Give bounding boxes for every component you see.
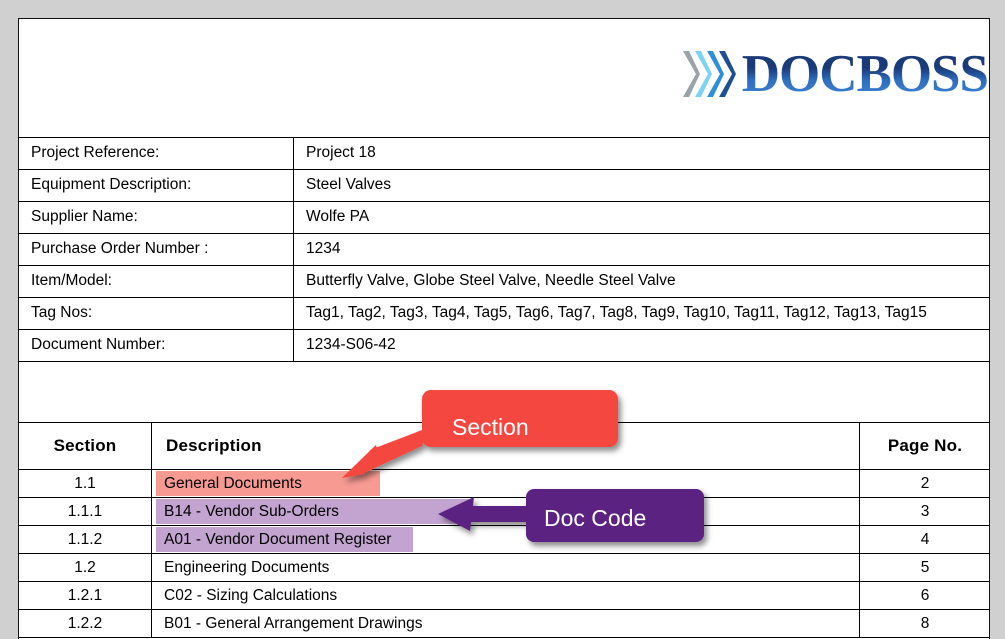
logo-chevrons [682, 51, 736, 97]
cell-section: 1.1.2 [19, 525, 152, 554]
project-info-table: Project Reference: Project 18 Equipment … [19, 137, 989, 362]
info-value: 1234 [293, 233, 989, 266]
info-label: Tag Nos: [19, 297, 294, 330]
cell-description: C02 - Sizing Calculations [151, 581, 860, 610]
table-row: Equipment Description: Steel Valves [19, 169, 989, 202]
info-value: Steel Valves [293, 169, 989, 202]
docboss-logo: DOCBOSS [682, 41, 989, 107]
cell-page-no: 5 [859, 553, 989, 582]
cell-description: B01 - General Arrangement Drawings [151, 609, 860, 638]
info-value: 1234-S06-42 [293, 329, 989, 362]
cell-section: 1.1.1 [19, 497, 152, 526]
table-row: Project Reference: Project 18 [19, 137, 989, 170]
info-value: Tag1, Tag2, Tag3, Tag4, Tag5, Tag6, Tag7… [293, 297, 989, 330]
column-header-section: Section [19, 422, 152, 470]
cell-section: 1.2.1 [19, 581, 152, 610]
table-row: Purchase Order Number : 1234 [19, 233, 989, 266]
description-text: B01 - General Arrangement Drawings [164, 614, 423, 632]
cell-section: 1.2.2 [19, 609, 152, 638]
doc-code-arrow-icon [438, 489, 704, 542]
logo-wordmark: DOCBOSS [741, 44, 989, 103]
info-label: Purchase Order Number : [19, 233, 294, 266]
cell-page-no: 8 [859, 609, 989, 638]
info-value: Butterfly Valve, Globe Steel Valve, Need… [293, 265, 989, 298]
info-label: Supplier Name: [19, 201, 294, 234]
callout-doc-code: Doc Code [438, 487, 706, 555]
info-value: Wolfe PA [293, 201, 989, 234]
info-label: Document Number: [19, 329, 294, 362]
description-highlight: A01 - Vendor Document Register [156, 526, 414, 553]
table-row: 1.2 Engineering Documents 5 [19, 553, 989, 582]
description-highlight: B14 - Vendor Sub-Orders [156, 498, 469, 525]
cell-page-no: 6 [859, 581, 989, 610]
callout-section: Section [334, 388, 634, 493]
table-row: Tag Nos: Tag1, Tag2, Tag3, Tag4, Tag5, T… [19, 297, 989, 330]
description-text: Engineering Documents [164, 558, 330, 576]
info-label: Project Reference: [19, 137, 294, 170]
cell-page-no: 3 [859, 497, 989, 526]
section-arrow-icon [342, 390, 618, 478]
cell-page-no: 2 [859, 469, 989, 498]
chevron-icon-4 [718, 51, 736, 97]
column-header-page-no: Page No. [859, 422, 989, 470]
table-row: 1.2.2 B01 - General Arrangement Drawings… [19, 609, 989, 638]
info-label: Item/Model: [19, 265, 294, 298]
cell-description: Engineering Documents [151, 553, 860, 582]
table-row: Item/Model: Butterfly Valve, Globe Steel… [19, 265, 989, 298]
description-text: C02 - Sizing Calculations [164, 586, 338, 604]
table-row: 1.2.1 C02 - Sizing Calculations 6 [19, 581, 989, 610]
info-label: Equipment Description: [19, 169, 294, 202]
cell-page-no: 4 [859, 525, 989, 554]
cell-section: 1.2 [19, 553, 152, 582]
table-row: Document Number: 1234-S06-42 [19, 329, 989, 362]
table-row: Supplier Name: Wolfe PA [19, 201, 989, 234]
cell-section: 1.1 [19, 469, 152, 498]
info-value: Project 18 [293, 137, 989, 170]
